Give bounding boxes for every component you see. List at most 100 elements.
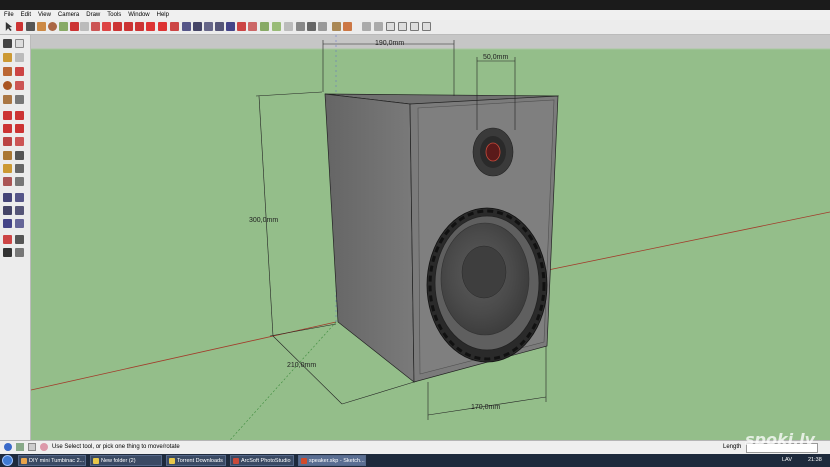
arc-side-icon[interactable] bbox=[15, 81, 24, 90]
menu-draw[interactable]: Draw bbox=[86, 12, 100, 18]
credits-icon[interactable] bbox=[28, 443, 36, 451]
back-edges-icon[interactable] bbox=[307, 22, 316, 31]
iso-view-icon[interactable] bbox=[362, 22, 371, 31]
scene bbox=[31, 35, 830, 440]
polygon-side-icon[interactable] bbox=[3, 95, 12, 104]
tape-side-icon[interactable] bbox=[3, 151, 12, 160]
scale-icon[interactable] bbox=[135, 22, 144, 31]
get-models-icon[interactable] bbox=[260, 22, 269, 31]
geo-icon[interactable] bbox=[16, 443, 24, 451]
text-icon[interactable] bbox=[15, 164, 24, 173]
front-view-icon[interactable] bbox=[386, 22, 395, 31]
start-button[interactable] bbox=[2, 455, 13, 466]
dimension-icon[interactable] bbox=[15, 151, 24, 160]
user-icon[interactable] bbox=[40, 443, 48, 451]
push-pull-icon[interactable] bbox=[102, 22, 111, 31]
right-view-icon[interactable] bbox=[398, 22, 407, 31]
rectangle-side-icon[interactable] bbox=[3, 67, 12, 76]
pencil-icon[interactable] bbox=[16, 22, 23, 31]
taskbar-item-label: New folder (2) bbox=[101, 458, 136, 464]
move-icon[interactable] bbox=[113, 22, 122, 31]
pan-icon[interactable] bbox=[193, 22, 202, 31]
x-ray-icon[interactable] bbox=[296, 22, 305, 31]
taskbar-item-sketchup[interactable]: speaker.skp - Sketch... bbox=[298, 455, 366, 466]
rotate-icon[interactable] bbox=[124, 22, 133, 31]
freehand-side-icon[interactable] bbox=[15, 95, 24, 104]
hidden-line-icon[interactable] bbox=[332, 22, 341, 31]
circle-icon[interactable] bbox=[48, 22, 57, 31]
previous-view-icon[interactable] bbox=[237, 22, 246, 31]
make-component-icon[interactable] bbox=[15, 39, 24, 48]
components-icon[interactable] bbox=[284, 22, 293, 31]
eraser-side-icon[interactable] bbox=[15, 53, 24, 62]
zoom-extents-icon[interactable] bbox=[226, 22, 235, 31]
menu-file[interactable]: File bbox=[4, 12, 14, 18]
paint-icon[interactable] bbox=[3, 53, 12, 62]
left-toolbar bbox=[0, 35, 31, 440]
axes-icon[interactable] bbox=[3, 177, 12, 186]
zoom-window-side-icon[interactable] bbox=[15, 206, 24, 215]
shaded-icon[interactable] bbox=[343, 22, 352, 31]
offset-side-icon[interactable] bbox=[15, 137, 24, 146]
top-view-icon[interactable] bbox=[374, 22, 383, 31]
language-indicator[interactable]: LAV bbox=[782, 457, 792, 463]
taskbar-item-diy[interactable]: DIY mini Tumbinac 2... bbox=[18, 455, 86, 466]
next-view-icon[interactable] bbox=[248, 22, 257, 31]
polygon-icon[interactable] bbox=[59, 22, 68, 31]
orbit-icon[interactable] bbox=[182, 22, 191, 31]
move-side-icon[interactable] bbox=[3, 111, 12, 120]
zoom-window-icon[interactable] bbox=[215, 22, 224, 31]
dim-height: 300,0mm bbox=[249, 217, 279, 224]
menu-tools[interactable]: Tools bbox=[107, 12, 121, 18]
zoom-side-icon[interactable] bbox=[3, 206, 12, 215]
protractor-icon[interactable] bbox=[3, 164, 12, 173]
taskbar: DIY mini Tumbinac 2... New folder (2) To… bbox=[0, 454, 830, 467]
scale-side-icon[interactable] bbox=[3, 137, 12, 146]
previous-side-icon[interactable] bbox=[15, 219, 24, 228]
zoom-extents-side-icon[interactable] bbox=[3, 219, 12, 228]
share-model-icon[interactable] bbox=[272, 22, 281, 31]
title-bar bbox=[0, 0, 830, 10]
position-camera-icon[interactable] bbox=[3, 235, 12, 244]
push-pull-side-icon[interactable] bbox=[15, 111, 24, 120]
back-view-icon[interactable] bbox=[410, 22, 419, 31]
3d-text-icon[interactable] bbox=[15, 177, 24, 186]
follow-me-icon[interactable] bbox=[146, 22, 155, 31]
tape-measure-icon[interactable] bbox=[170, 22, 179, 31]
section-plane-icon[interactable] bbox=[15, 248, 24, 257]
taskbar-item-arcsoft[interactable]: ArcSoft PhotoStudio bbox=[230, 455, 294, 466]
menu-camera[interactable]: Camera bbox=[58, 12, 79, 18]
follow-me-side-icon[interactable] bbox=[15, 124, 24, 133]
taskbar-item-newfolder[interactable]: New folder (2) bbox=[90, 455, 162, 466]
eraser-icon[interactable] bbox=[26, 22, 35, 31]
sky bbox=[31, 35, 830, 49]
left-view-icon[interactable] bbox=[422, 22, 431, 31]
wireframe-icon[interactable] bbox=[318, 22, 327, 31]
menu-view[interactable]: View bbox=[38, 12, 51, 18]
walk-icon[interactable] bbox=[3, 248, 12, 257]
help-icon[interactable] bbox=[4, 443, 12, 451]
look-around-icon[interactable] bbox=[15, 235, 24, 244]
dim-width-top: 190,0mm bbox=[375, 40, 405, 47]
rotate-side-icon[interactable] bbox=[3, 124, 12, 133]
freehand-icon[interactable] bbox=[80, 22, 89, 31]
arc-icon[interactable] bbox=[70, 22, 79, 31]
line-icon[interactable] bbox=[15, 67, 24, 76]
menu-help[interactable]: Help bbox=[157, 12, 169, 18]
paint-bucket-icon[interactable] bbox=[91, 22, 100, 31]
menu-window[interactable]: Window bbox=[128, 12, 149, 18]
woofer-dustcap bbox=[461, 245, 507, 299]
pan-side-icon[interactable] bbox=[15, 193, 24, 202]
select-tool-icon[interactable] bbox=[5, 22, 13, 31]
rectangle-icon[interactable] bbox=[37, 22, 46, 31]
orbit-side-icon[interactable] bbox=[3, 193, 12, 202]
3d-viewport[interactable]: 190,0mm 50,0mm 300,0mm 210,0mm 170,0mm bbox=[31, 35, 830, 440]
clock[interactable]: 21:38 bbox=[808, 457, 822, 463]
offset-icon[interactable] bbox=[158, 22, 167, 31]
taskbar-item-torrent[interactable]: Torrent Downloads bbox=[166, 455, 226, 466]
main-toolbar bbox=[0, 20, 830, 35]
zoom-icon[interactable] bbox=[204, 22, 213, 31]
menu-edit[interactable]: Edit bbox=[21, 12, 31, 18]
select-icon[interactable] bbox=[3, 39, 12, 48]
circle-side-icon[interactable] bbox=[3, 81, 12, 90]
